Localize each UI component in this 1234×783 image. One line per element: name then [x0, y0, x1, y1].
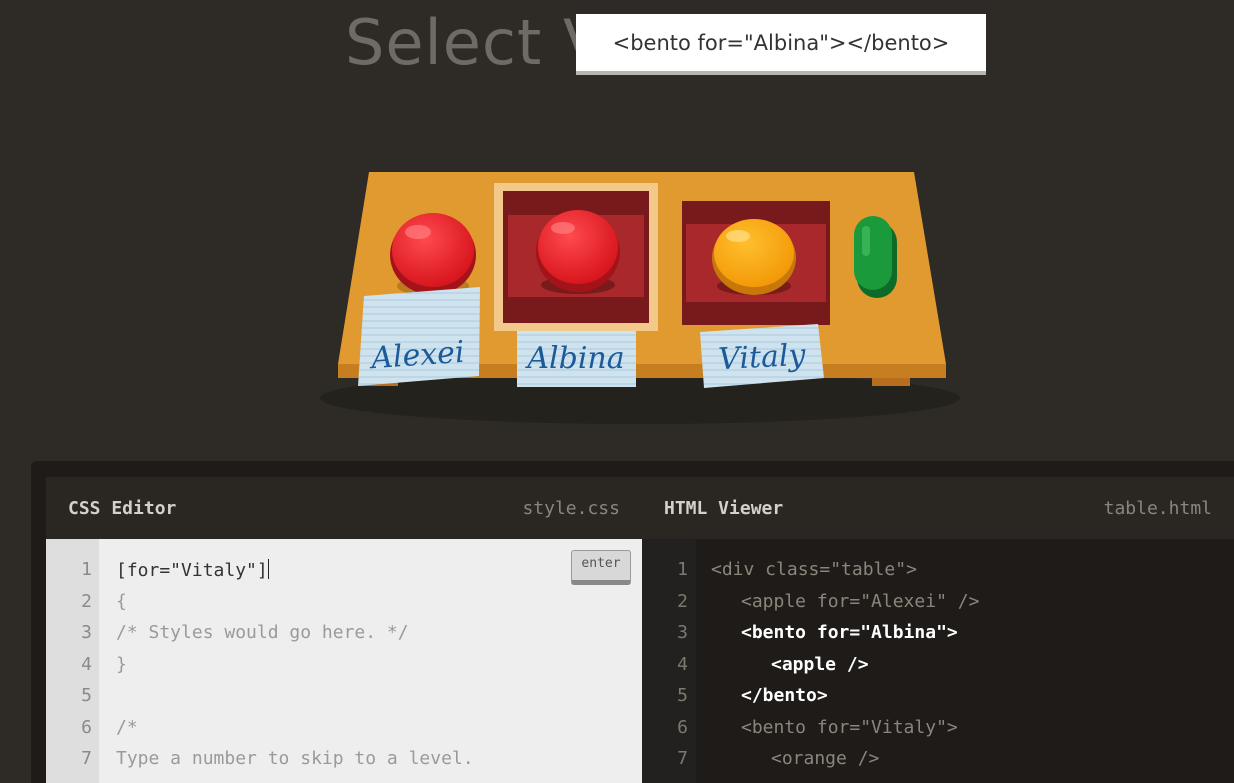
- bento-albina[interactable]: [494, 183, 658, 331]
- css-editor-title: CSS Editor: [68, 497, 177, 519]
- html-code-line[interactable]: <apple for="Alexei" />: [741, 591, 979, 612]
- line-number: 6: [677, 717, 688, 738]
- html-code-line-highlighted[interactable]: <apple />: [771, 654, 869, 675]
- line-number: 1: [677, 559, 688, 580]
- pickle[interactable]: [854, 216, 897, 298]
- note-vitaly: Vitaly: [700, 324, 824, 388]
- svg-text:Vitaly: Vitaly: [717, 338, 807, 378]
- line-number: 2: [677, 591, 688, 612]
- css-editor: 1 2 3 4 5 6 7 [for="Vitaly"] { /* Styles…: [46, 539, 642, 783]
- css-code-line: {: [116, 591, 127, 612]
- line-number: 1: [81, 559, 92, 580]
- html-viewer-title: HTML Viewer: [664, 497, 784, 519]
- html-viewer-header: HTML Viewer table.html: [642, 477, 1234, 539]
- bento-vitaly[interactable]: [682, 201, 830, 325]
- table-scene: Alexei Albina Vitaly: [320, 172, 960, 424]
- html-filename: table.html: [1103, 497, 1212, 519]
- note-alexei: Alexei: [358, 287, 480, 386]
- html-code-line-highlighted[interactable]: <bento for="Albina">: [741, 622, 958, 643]
- css-editor-header: CSS Editor style.css: [46, 477, 642, 539]
- line-number: 5: [81, 685, 92, 706]
- css-code-line: /* Styles would go here. */: [116, 622, 409, 643]
- svg-text:Albina: Albina: [524, 341, 624, 376]
- html-code-line[interactable]: <orange />: [771, 748, 879, 769]
- css-code-line: }: [116, 654, 127, 675]
- html-viewer: 1 2 3 4 5 6 7 <div class="table"> <apple…: [642, 539, 1234, 783]
- text-caret: [267, 559, 269, 579]
- html-code-line-highlighted[interactable]: </bento>: [741, 685, 828, 706]
- css-code-line: Type a number to skip to a level.: [116, 748, 474, 769]
- line-number: 3: [677, 622, 688, 643]
- line-number: 5: [677, 685, 688, 706]
- line-number: 6: [81, 717, 92, 738]
- svg-text:Alexei: Alexei: [367, 335, 465, 377]
- line-number: 3: [81, 622, 92, 643]
- css-input-value: [for="Vitaly"]: [116, 560, 268, 581]
- css-selector-input[interactable]: [for="Vitaly"]: [116, 559, 269, 581]
- css-code-line: /*: [116, 717, 138, 738]
- line-number: 2: [81, 591, 92, 612]
- html-code-line[interactable]: <bento for="Vitaly">: [741, 717, 958, 738]
- line-number: 7: [81, 748, 92, 769]
- enter-button[interactable]: enter: [571, 550, 631, 585]
- html-code-line[interactable]: <div class="table">: [711, 559, 917, 580]
- line-number: 7: [677, 748, 688, 769]
- note-albina: Albina: [517, 331, 636, 387]
- line-number: 4: [81, 654, 92, 675]
- line-number: 4: [677, 654, 688, 675]
- css-filename: style.css: [522, 497, 620, 519]
- apple-alexei[interactable]: [390, 213, 476, 296]
